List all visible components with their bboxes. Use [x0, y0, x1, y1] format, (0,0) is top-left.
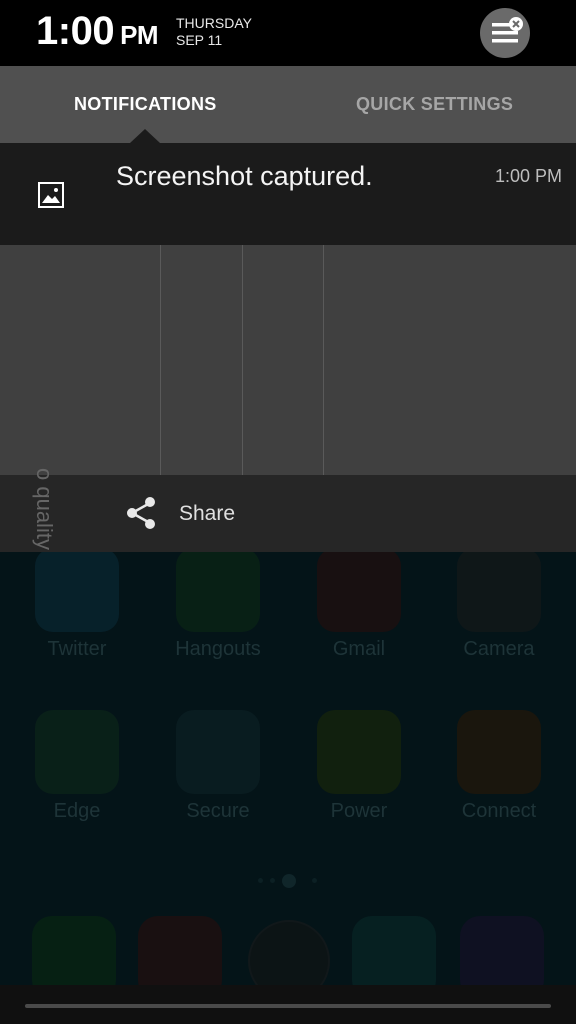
app-secure[interactable]: Secure — [163, 710, 273, 823]
navigation-handle[interactable] — [25, 1004, 551, 1008]
page-dot-active — [282, 874, 296, 888]
edge-icon — [35, 710, 119, 794]
notification-time: 1:00 PM — [494, 166, 562, 186]
date-day: THURSDAY — [176, 15, 252, 31]
app-label: Secure — [186, 800, 250, 822]
app-gmail[interactable]: Gmail — [304, 548, 414, 661]
notification-title: Screenshot captured. — [116, 161, 373, 191]
active-tab-indicator — [130, 129, 160, 143]
twitter-icon — [35, 548, 119, 632]
status-bar: 1:00 PM THURSDAY SEP 11 — [0, 0, 576, 66]
app-label: Edge — [53, 800, 101, 822]
clear-notifications-button[interactable] — [480, 8, 530, 58]
camera-icon — [457, 548, 541, 632]
app-label: Camera — [463, 638, 535, 660]
app-label: Hangouts — [175, 638, 261, 660]
preview-partial-text: o quality — [32, 468, 57, 550]
date-display: THURSDAY SEP 11 — [176, 15, 252, 49]
clock-time: 1:00 — [36, 9, 115, 53]
page-indicator — [250, 874, 330, 888]
gmail-icon — [317, 548, 401, 632]
page-dot — [270, 878, 275, 883]
screenshot-notification[interactable]: Screenshot captured. 1:00 PM — [0, 143, 576, 245]
share-label: Share — [179, 502, 236, 525]
clock-ampm: PM — [120, 20, 159, 50]
app-connect[interactable]: Connect — [444, 710, 554, 823]
tab-quick-settings[interactable]: QUICK SETTINGS — [356, 66, 513, 143]
app-twitter[interactable]: Twitter — [22, 548, 132, 661]
navigation-bar — [0, 985, 576, 1024]
connect-icon — [457, 710, 541, 794]
clear-all-icon — [492, 17, 523, 43]
app-camera[interactable]: Camera — [444, 548, 554, 661]
page-dot — [312, 878, 317, 883]
share-icon — [127, 497, 155, 529]
share-action[interactable]: Share — [0, 475, 576, 552]
app-label: Gmail — [332, 638, 386, 660]
app-label: Power — [330, 800, 388, 822]
date-month-day: SEP 11 — [176, 32, 223, 48]
power-icon — [317, 710, 401, 794]
image-icon — [38, 182, 64, 208]
app-label: Connect — [461, 800, 537, 822]
app-hangouts[interactable]: Hangouts — [163, 548, 273, 661]
app-edge[interactable]: Edge — [22, 710, 132, 823]
hangouts-icon — [176, 548, 260, 632]
app-power[interactable]: Power — [304, 710, 414, 823]
shade-tabs: NOTIFICATIONS QUICK SETTINGS — [0, 66, 576, 143]
clock: 1:00 PM — [36, 9, 159, 54]
screenshot-preview[interactable] — [0, 245, 576, 550]
app-label: Twitter — [47, 638, 107, 660]
page-dot — [258, 878, 263, 883]
secure-icon — [176, 710, 260, 794]
